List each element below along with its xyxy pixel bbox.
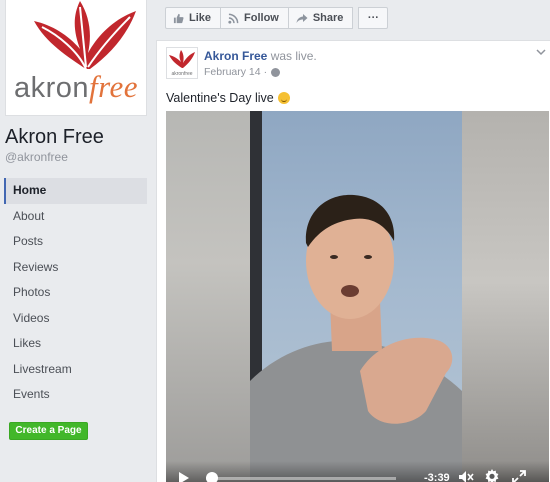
nav-item-events[interactable]: Events — [4, 382, 147, 408]
video-blur-right — [461, 111, 549, 482]
more-options-button[interactable]: ··· — [358, 7, 389, 29]
person-figure — [250, 194, 462, 482]
video-frame — [250, 111, 462, 482]
rss-icon — [228, 13, 239, 24]
post-author-avatar[interactable]: akronfree — [166, 47, 198, 79]
share-arrow-icon — [296, 13, 308, 23]
seek-bar[interactable] — [206, 477, 396, 480]
time-remaining: -3:39 — [424, 472, 450, 482]
seek-handle[interactable] — [205, 472, 218, 482]
post-verb: was live. — [270, 49, 317, 63]
nav-item-livestream[interactable]: Livestream — [4, 357, 147, 383]
post-date[interactable]: February 14 — [204, 66, 261, 78]
nav-item-photos[interactable]: Photos — [4, 280, 147, 306]
post-meta: February 14 · — [204, 66, 281, 78]
share-label: Share — [312, 12, 344, 24]
logo-text-free: free — [89, 69, 139, 104]
page-handle: @akronfree — [5, 150, 68, 164]
logo-wordmark: akronfree — [6, 69, 146, 105]
follow-label: Follow — [244, 12, 279, 24]
meta-separator: · — [263, 66, 268, 78]
smile-emoji-icon — [277, 92, 290, 104]
post-text: Valentine's Day live — [166, 91, 290, 105]
chevron-down-icon[interactable] — [536, 48, 546, 56]
page-nav: Home About Posts Reviews Photos Videos L… — [4, 178, 147, 408]
page-action-bar: Like Follow Share ··· — [165, 7, 389, 29]
post-author-link[interactable]: Akron Free — [204, 49, 267, 63]
nav-item-home[interactable]: Home — [4, 178, 147, 204]
left-column: akronfree Akron Free @akronfree Home Abo… — [0, 0, 155, 482]
thumbs-up-icon — [173, 13, 184, 23]
create-page-button[interactable]: Create a Page — [9, 422, 88, 440]
like-button[interactable]: Like — [165, 7, 222, 29]
nav-item-posts[interactable]: Posts — [4, 229, 147, 255]
leaf-logo-icon — [34, 1, 136, 70]
nav-item-videos[interactable]: Videos — [4, 306, 147, 332]
follow-button[interactable]: Follow — [220, 7, 289, 29]
video-controls: -3:39 — [166, 461, 549, 482]
profile-picture[interactable]: akronfree — [5, 0, 147, 116]
svg-text:akronfree: akronfree — [171, 71, 192, 77]
video-blur-left — [166, 111, 250, 482]
logo-text-akron: akron — [13, 72, 89, 104]
nav-item-likes[interactable]: Likes — [4, 331, 147, 357]
feed-post: akronfree Akron Free was live. February … — [156, 40, 550, 482]
leaf-logo-icon: akronfree — [169, 50, 195, 77]
share-button[interactable]: Share — [287, 7, 354, 29]
globe-icon — [271, 67, 281, 77]
page-title[interactable]: Akron Free — [5, 126, 104, 149]
mute-icon[interactable] — [458, 470, 474, 482]
nav-item-about[interactable]: About — [4, 204, 147, 230]
video-player[interactable]: -3:39 — [166, 111, 549, 482]
settings-gear-icon[interactable] — [484, 469, 500, 482]
post-header: Akron Free was live. — [204, 49, 317, 63]
fullscreen-icon[interactable] — [512, 470, 526, 482]
play-icon[interactable] — [179, 472, 189, 482]
post-text-content: Valentine's Day live — [166, 91, 274, 105]
like-label: Like — [189, 12, 212, 24]
nav-item-reviews[interactable]: Reviews — [4, 255, 147, 281]
